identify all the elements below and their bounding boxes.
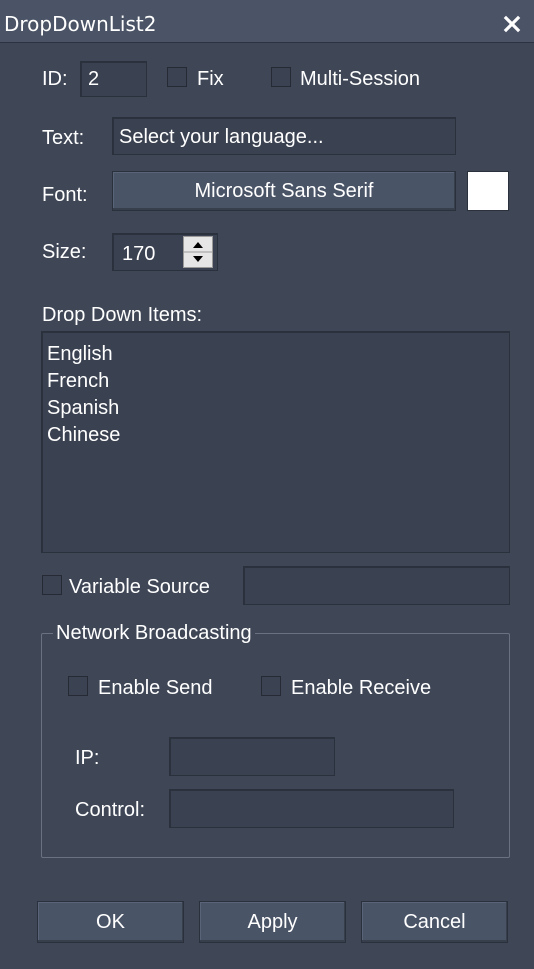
close-icon[interactable] xyxy=(503,15,521,33)
list-item: French xyxy=(47,370,110,392)
control-label: Control: xyxy=(75,799,146,821)
cancel-button[interactable]: Cancel xyxy=(361,901,508,943)
window-title: DropDownList2 xyxy=(4,12,157,36)
multi-session-checkbox[interactable] xyxy=(271,67,291,87)
ip-label: IP: xyxy=(75,747,100,769)
variable-source-checkbox[interactable] xyxy=(42,575,62,595)
apply-button[interactable]: Apply xyxy=(199,901,346,943)
text-label: Text: xyxy=(42,127,85,149)
list-item: Chinese xyxy=(47,424,121,446)
size-value: 170 xyxy=(122,243,156,265)
id-input[interactable]: 2 xyxy=(80,61,147,97)
enable-receive-label: Enable Receive xyxy=(291,677,432,699)
size-label: Size: xyxy=(42,241,87,263)
fix-checkbox[interactable] xyxy=(167,67,187,87)
size-stepper[interactable]: 170 xyxy=(112,233,218,271)
drop-down-items-textarea[interactable]: English French Spanish Chinese xyxy=(41,331,510,553)
fix-label: Fix xyxy=(197,68,224,90)
network-broadcasting-title: Network Broadcasting xyxy=(53,622,255,645)
font-color-swatch[interactable] xyxy=(467,171,509,211)
enable-send-label: Enable Send xyxy=(98,677,213,699)
ip-input[interactable] xyxy=(169,737,335,776)
drop-down-items-label: Drop Down Items: xyxy=(42,304,203,326)
ok-button[interactable]: OK xyxy=(37,901,184,943)
font-select-button[interactable]: Microsoft Sans Serif xyxy=(112,171,456,211)
variable-source-label: Variable Source xyxy=(69,576,210,598)
spin-buttons[interactable] xyxy=(183,236,213,268)
variable-source-input[interactable] xyxy=(243,566,510,605)
font-label: Font: xyxy=(42,184,88,206)
list-item: Spanish xyxy=(47,397,120,419)
enable-receive-checkbox[interactable] xyxy=(261,676,281,696)
enable-send-checkbox[interactable] xyxy=(68,676,88,696)
text-input[interactable]: Select your language... xyxy=(112,117,456,155)
list-item: English xyxy=(47,343,113,365)
control-input[interactable] xyxy=(169,789,454,828)
id-label: ID: xyxy=(42,68,68,90)
multi-session-label: Multi-Session xyxy=(300,68,421,90)
spin-arrows-icon[interactable] xyxy=(184,237,212,267)
